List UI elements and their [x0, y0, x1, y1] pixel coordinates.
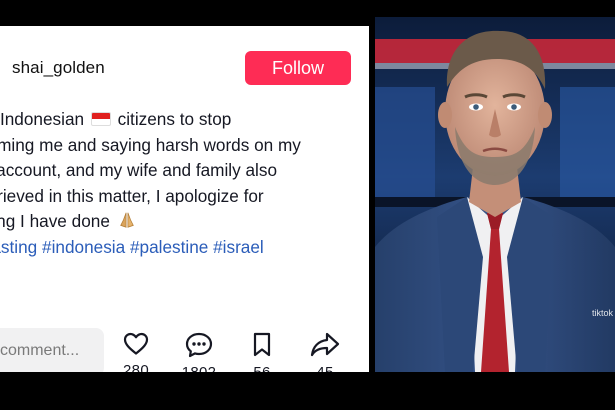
- bookmark-icon: [253, 332, 271, 357]
- username[interactable]: shai_golden: [12, 58, 105, 78]
- caption-line: al account, and my wife and family also: [0, 160, 278, 181]
- hashtag[interactable]: #palestine: [130, 237, 208, 257]
- post-caption: all Indonesian citizens to stop heming m…: [0, 107, 368, 286]
- praying-hands-icon: [119, 213, 134, 229]
- bookmark-count: 56: [238, 364, 286, 372]
- heart-icon: [123, 332, 149, 355]
- follow-button[interactable]: Follow: [245, 51, 351, 85]
- comment-input[interactable]: comment...: [0, 328, 104, 372]
- hashtag[interactable]: #indonesia: [42, 237, 125, 257]
- social-post: shai_golden Follow all Indonesian citize…: [0, 26, 369, 372]
- hashtag-line: rry: [0, 261, 368, 287]
- like-count: 280: [123, 362, 149, 372]
- share-arrow-icon: [310, 332, 340, 357]
- share-button[interactable]: 45: [301, 332, 349, 372]
- share-count: 45: [301, 364, 349, 372]
- caption-line: ggrieved in this matter, I apologize for: [0, 185, 264, 206]
- post-header: shai_golden Follow: [0, 26, 369, 106]
- comment-button[interactable]: 1802: [175, 332, 223, 372]
- caption-line: thing I have done: [0, 209, 368, 235]
- hashtag-line: blasting #indonesia #palestine #israel: [0, 235, 368, 261]
- caption-line: all Indonesian citizens to stop: [0, 109, 232, 129]
- comment-placeholder: comment...: [0, 342, 80, 359]
- hashtag[interactable]: #israel: [213, 237, 264, 257]
- screenshot-composite: shai_golden Follow all Indonesian citize…: [0, 0, 615, 410]
- caption-line: heming me and saying harsh words on my: [0, 134, 301, 155]
- bookmark-button[interactable]: 56: [238, 332, 286, 372]
- watermark: tiktok: [591, 308, 613, 318]
- comment-bubble-icon: [185, 332, 213, 358]
- like-button[interactable]: 280: [112, 332, 160, 372]
- comment-count: 1802: [175, 364, 223, 372]
- indonesia-flag-icon: [90, 112, 111, 126]
- person-photo: tiktok: [375, 17, 615, 372]
- hashtag[interactable]: blasting: [0, 237, 37, 257]
- photo-illustration: [375, 17, 615, 372]
